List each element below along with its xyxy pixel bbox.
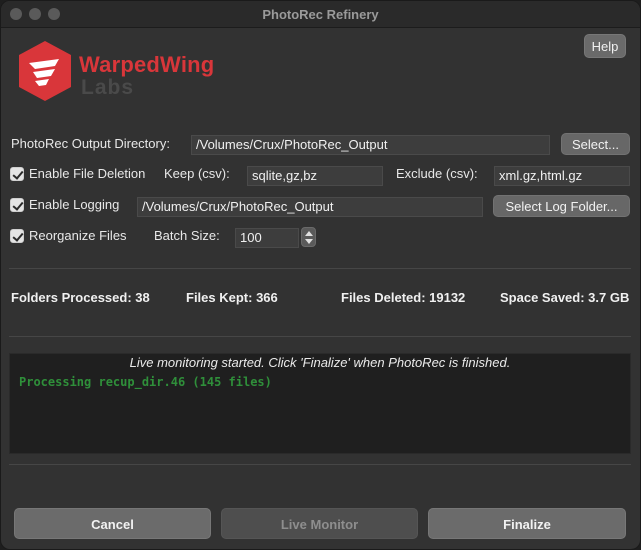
batch-size-stepper[interactable]	[301, 227, 316, 247]
stepper-up-icon[interactable]	[305, 231, 313, 236]
folders-processed-stat: Folders Processed: 38	[11, 290, 150, 305]
enable-deletion-label: Enable File Deletion	[29, 166, 146, 181]
select-log-folder-button[interactable]: Select Log Folder...	[493, 195, 630, 217]
output-dir-label: PhotoRec Output Directory:	[11, 136, 170, 151]
help-button[interactable]: Help	[584, 34, 626, 58]
live-monitor-button[interactable]: Live Monitor	[221, 508, 418, 539]
select-output-dir-button[interactable]: Select...	[561, 133, 630, 155]
output-dir-input[interactable]: /Volumes/Crux/PhotoRec_Output	[191, 135, 550, 155]
monitor-log-line: Processing recup_dir.46 (145 files)	[19, 375, 272, 389]
window-title: PhotoRec Refinery	[262, 7, 379, 22]
batch-size-input[interactable]: 100	[235, 228, 299, 248]
keep-label: Keep (csv):	[164, 166, 230, 181]
stepper-down-icon[interactable]	[305, 239, 313, 244]
title-bar: PhotoRec Refinery	[1, 1, 640, 28]
files-kept-stat: Files Kept: 366	[186, 290, 278, 305]
divider	[9, 336, 631, 337]
warpedwing-logo-icon	[19, 41, 71, 101]
enable-logging-checkbox[interactable]	[10, 198, 24, 212]
reorganize-files-checkbox[interactable]	[10, 229, 24, 243]
logo-sub-text: Labs	[81, 76, 135, 99]
files-deleted-stat: Files Deleted: 19132	[341, 290, 466, 305]
space-saved-stat: Space Saved: 3.7 GB	[500, 290, 630, 305]
exclude-label: Exclude (csv):	[396, 166, 478, 181]
logo-brand-text: WarpedWing	[79, 52, 215, 77]
keep-input[interactable]: sqlite,gz,bz	[247, 166, 383, 186]
batch-size-label: Batch Size:	[154, 228, 220, 243]
monitor-status-text: Live monitoring started. Click 'Finalize…	[129, 355, 511, 370]
monitor-log-panel[interactable]: Live monitoring started. Click 'Finalize…	[9, 353, 631, 454]
enable-logging-label: Enable Logging	[29, 197, 120, 212]
divider	[9, 464, 631, 465]
cancel-button[interactable]: Cancel	[14, 508, 211, 539]
exclude-input[interactable]: xml.gz,html.gz	[494, 166, 630, 186]
logo: WarpedWing Labs	[15, 39, 215, 105]
reorganize-files-label: Reorganize Files	[29, 228, 127, 243]
divider	[9, 268, 631, 269]
finalize-button[interactable]: Finalize	[428, 508, 626, 539]
log-folder-input[interactable]: /Volumes/Crux/PhotoRec_Output	[137, 197, 483, 217]
enable-deletion-checkbox[interactable]	[10, 167, 24, 181]
app-window: PhotoRec Refinery Help WarpedWing Labs P…	[0, 0, 641, 550]
